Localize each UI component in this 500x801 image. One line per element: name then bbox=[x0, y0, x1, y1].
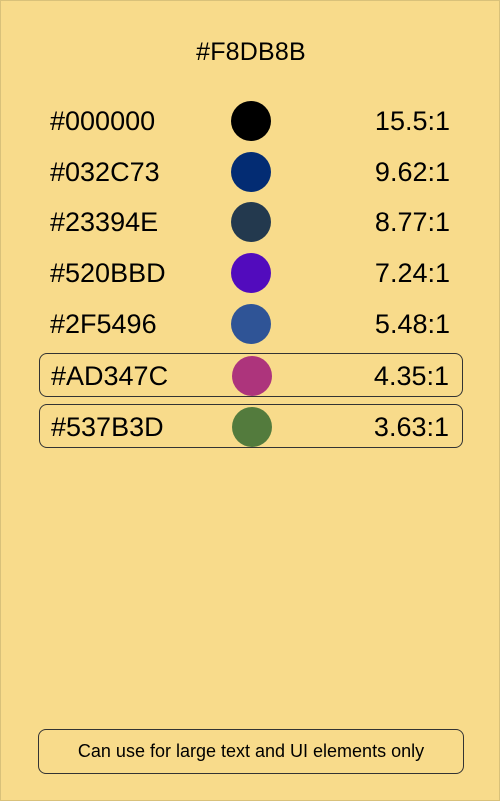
contrast-ratio: 7.24:1 bbox=[374, 258, 450, 288]
row-hex-label: #000000 bbox=[50, 106, 156, 136]
row-hex-label: #2F5496 bbox=[50, 309, 157, 339]
large-text-note: Can use for large text and UI elements o… bbox=[38, 729, 464, 774]
contrast-ratio: 8.77:1 bbox=[374, 207, 450, 237]
row-hex-label: #520BBD bbox=[50, 258, 166, 288]
row-hex-label: #537B3D bbox=[51, 412, 164, 442]
color-swatch-circle bbox=[231, 304, 271, 344]
contrast-row: #000000 15.5:1 bbox=[39, 99, 463, 143]
contrast-ratio: 5.48:1 bbox=[374, 309, 450, 339]
contrast-row: #2F5496 5.48:1 bbox=[39, 302, 463, 346]
color-swatch-circle bbox=[231, 152, 271, 192]
contrast-row: #23394E 8.77:1 bbox=[39, 200, 463, 244]
contrast-row-large-text-only: #537B3D 3.63:1 bbox=[39, 404, 463, 448]
color-swatch-circle bbox=[231, 253, 271, 293]
color-contrast-panel: #F8DB8B #000000 15.5:1 #032C73 9.62:1 #2… bbox=[0, 0, 500, 801]
color-swatch-circle bbox=[232, 356, 272, 396]
contrast-ratio: 4.35:1 bbox=[373, 361, 449, 391]
row-hex-label: #AD347C bbox=[51, 361, 169, 391]
row-hex-label: #032C73 bbox=[50, 157, 160, 187]
background-hex-title: #F8DB8B bbox=[196, 38, 306, 66]
contrast-ratio: 15.5:1 bbox=[374, 106, 450, 136]
color-swatch-circle bbox=[232, 407, 272, 447]
color-swatch-circle bbox=[231, 202, 271, 242]
contrast-row: #520BBD 7.24:1 bbox=[39, 251, 463, 295]
row-hex-label: #23394E bbox=[50, 207, 159, 237]
color-swatch-circle bbox=[231, 101, 271, 141]
contrast-row: #032C73 9.62:1 bbox=[39, 150, 463, 194]
contrast-ratio: 9.62:1 bbox=[374, 157, 450, 187]
contrast-ratio: 3.63:1 bbox=[373, 412, 449, 442]
contrast-row-large-text-only: #AD347C 4.35:1 bbox=[39, 353, 463, 397]
